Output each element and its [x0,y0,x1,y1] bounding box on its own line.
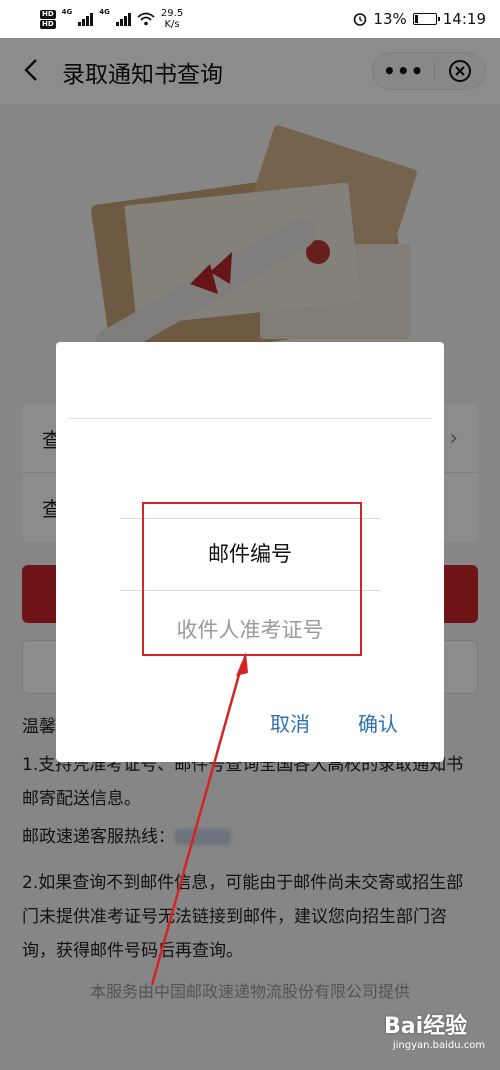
hd-badge: HD [40,9,56,19]
speed-value: 29.5 [160,8,184,19]
battery-icon [412,13,440,25]
speed-unit: K/s [164,19,180,30]
watermark-logo: Bai经验 [384,1014,468,1039]
hd-badges: HD HD [40,9,56,29]
signal-label: 4G [61,8,73,16]
confirm-button[interactable]: 确认 [358,708,398,737]
watermark-site: jingyan.baidu.com [392,1040,486,1051]
status-left: HD HD 4G 4G 29.5 K/s [40,8,183,30]
network-speed: 29.5 K/s [161,8,183,30]
wifi-icon [137,12,155,26]
annotation-highlight-box [142,502,362,656]
dialog-divider [68,418,432,419]
battery-level [414,15,418,23]
status-right: 13% 14:19 [353,10,486,28]
cancel-button[interactable]: 取消 [270,708,310,737]
hd-badge: HD [40,19,56,29]
signal-icon [78,12,94,26]
baidu-jingyan-watermark: Bai经验 jingyan.baidu.com [384,1008,494,1064]
battery-percent: 13% [373,10,407,28]
clock: 14:19 [442,10,486,28]
alarm-icon [354,13,367,26]
signal-label: 4G [99,8,110,16]
signal-icon [115,12,131,26]
status-bar: HD HD 4G 4G 29.5 K/s 13% 14:19 [0,0,500,38]
